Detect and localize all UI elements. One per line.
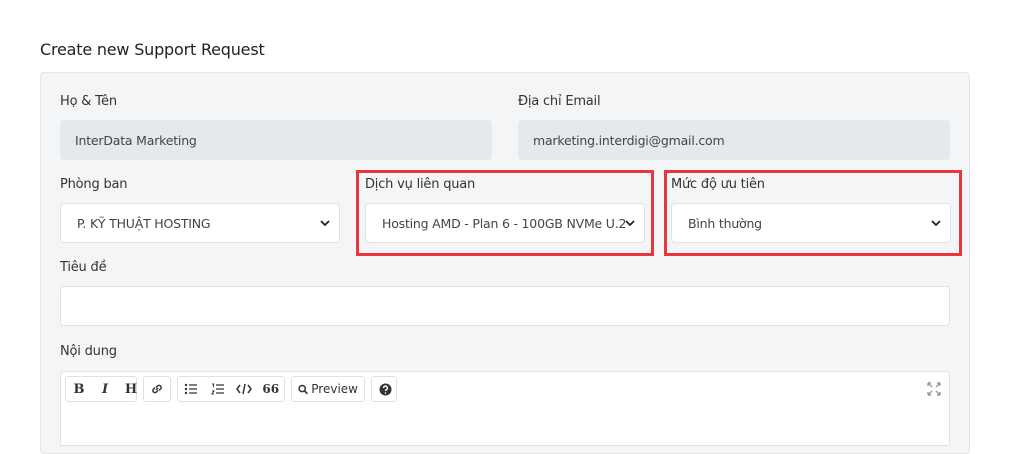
expand-icon [927,382,941,396]
name-label: Họ & Tên [60,94,117,109]
preview-group: Preview [291,376,365,402]
numbered-list-button[interactable] [205,377,232,401]
department-label: Phòng ban [60,177,128,192]
content-editor[interactable] [60,406,950,446]
bullet-list-button[interactable] [178,377,205,401]
subject-input[interactable] [60,286,950,326]
email-field: marketing.interdigi@gmail.com [518,120,950,160]
numbered-list-icon [210,383,224,395]
service-highlight-box [356,170,654,256]
list-group: 66 [177,376,285,402]
bold-button[interactable]: B [66,377,92,401]
bullet-list-icon [185,383,198,395]
preview-button[interactable]: Preview [292,377,364,401]
help-button[interactable] [372,377,398,401]
name-value: InterData Marketing [75,132,197,148]
priority-highlight-box [664,170,962,256]
subject-label: Tiêu đề [60,260,107,275]
heading-button[interactable]: H [118,377,144,401]
department-value: P. KỸ THUẬT HOSTING [77,215,211,231]
quote-button[interactable]: 66 [258,377,285,401]
email-label: Địa chỉ Email [518,94,601,109]
code-icon [236,383,253,395]
page-title: Create new Support Request [40,40,265,59]
content-label: Nội dung [60,344,117,359]
department-select[interactable]: P. KỸ THUẬT HOSTING [60,203,340,243]
question-circle-icon [379,383,391,395]
link-button[interactable] [144,377,170,401]
italic-button[interactable]: I [92,377,118,401]
preview-label: Preview [311,382,358,396]
help-group [371,376,397,402]
name-field: InterData Marketing [60,120,492,160]
format-group: B I H [65,376,137,402]
chevron-down-icon [320,220,330,227]
link-icon [152,384,162,394]
link-group [143,376,171,402]
search-icon [298,384,308,394]
code-button[interactable] [231,377,258,401]
email-value: marketing.interdigi@gmail.com [533,132,725,148]
editor-toolbar: B I H 66 Preview [60,371,950,407]
fullscreen-button[interactable] [927,382,941,396]
